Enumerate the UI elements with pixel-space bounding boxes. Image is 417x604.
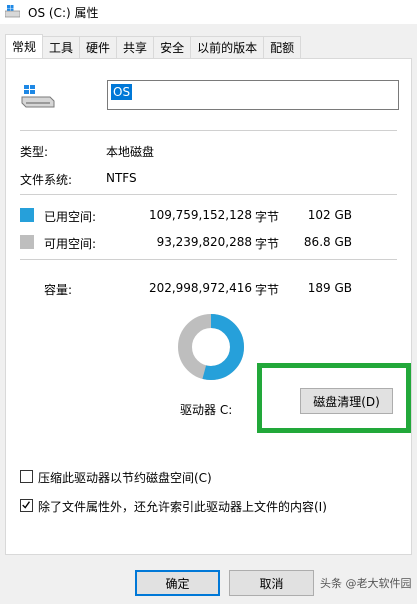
drive-name-value[interactable]: OS bbox=[111, 84, 133, 100]
index-label[interactable]: 除了文件属性外，还允许索引此驱动器上文件的内容(I) bbox=[38, 498, 327, 515]
tab-quota[interactable]: 配额 bbox=[263, 36, 302, 58]
compress-checkbox[interactable] bbox=[20, 470, 33, 483]
cancel-button[interactable]: 取消 bbox=[229, 570, 314, 596]
used-space-unit: 字节 bbox=[255, 210, 280, 224]
divider bbox=[20, 130, 397, 131]
tab-sharing[interactable]: 共享 bbox=[116, 36, 155, 58]
title-bar: OS (C:) 属性 bbox=[0, 0, 417, 24]
free-space-swatch bbox=[20, 235, 34, 249]
divider bbox=[20, 259, 397, 260]
index-checkbox[interactable] bbox=[20, 499, 33, 512]
filesystem-value: NTFS bbox=[106, 171, 137, 185]
filesystem-label: 文件系统: bbox=[20, 173, 73, 187]
checkmark-icon bbox=[22, 501, 31, 509]
drive-letter-label: 驱动器 C: bbox=[180, 403, 233, 417]
tab-general[interactable]: 常规 bbox=[5, 34, 44, 58]
divider bbox=[20, 194, 397, 195]
watermark-text: 头条 @老大软件园 bbox=[320, 577, 412, 590]
tab-hardware[interactable]: 硬件 bbox=[79, 36, 118, 58]
tab-strip: 常规 工具 硬件 共享 安全 以前的版本 配额 bbox=[5, 34, 302, 58]
tab-previous-versions[interactable]: 以前的版本 bbox=[190, 36, 265, 58]
drive-name-input[interactable]: OS bbox=[107, 80, 399, 110]
type-value: 本地磁盘 bbox=[106, 145, 155, 159]
tab-security[interactable]: 安全 bbox=[153, 36, 192, 58]
general-panel: OS 类型: 本地磁盘 文件系统: NTFS 已用空间: 109,759,152… bbox=[5, 58, 412, 555]
used-space-swatch bbox=[20, 208, 34, 222]
free-space-unit: 字节 bbox=[255, 237, 280, 251]
free-space-size: 86.8 GB bbox=[303, 235, 352, 249]
used-space-size: 102 GB bbox=[307, 208, 352, 222]
free-space-bytes: 93,239,820,288 bbox=[156, 235, 252, 249]
window-title: OS (C:) 属性 bbox=[28, 6, 99, 20]
used-space-label: 已用空间: bbox=[44, 210, 97, 224]
capacity-label: 容量: bbox=[44, 283, 73, 297]
drive-icon bbox=[5, 5, 20, 18]
usage-donut-chart bbox=[178, 314, 244, 380]
type-label: 类型: bbox=[20, 145, 49, 159]
tab-tools[interactable]: 工具 bbox=[42, 36, 81, 58]
used-space-bytes: 109,759,152,128 bbox=[148, 208, 252, 222]
capacity-unit: 字节 bbox=[255, 283, 280, 297]
drive-large-icon bbox=[21, 85, 55, 108]
free-space-label: 可用空间: bbox=[44, 237, 97, 251]
compress-label[interactable]: 压缩此驱动器以节约磁盘空间(C) bbox=[38, 469, 212, 486]
disk-cleanup-button[interactable]: 磁盘清理(D) bbox=[300, 388, 393, 414]
capacity-size: 189 GB bbox=[307, 281, 352, 295]
capacity-bytes: 202,998,972,416 bbox=[148, 281, 252, 295]
ok-button[interactable]: 确定 bbox=[135, 570, 220, 596]
